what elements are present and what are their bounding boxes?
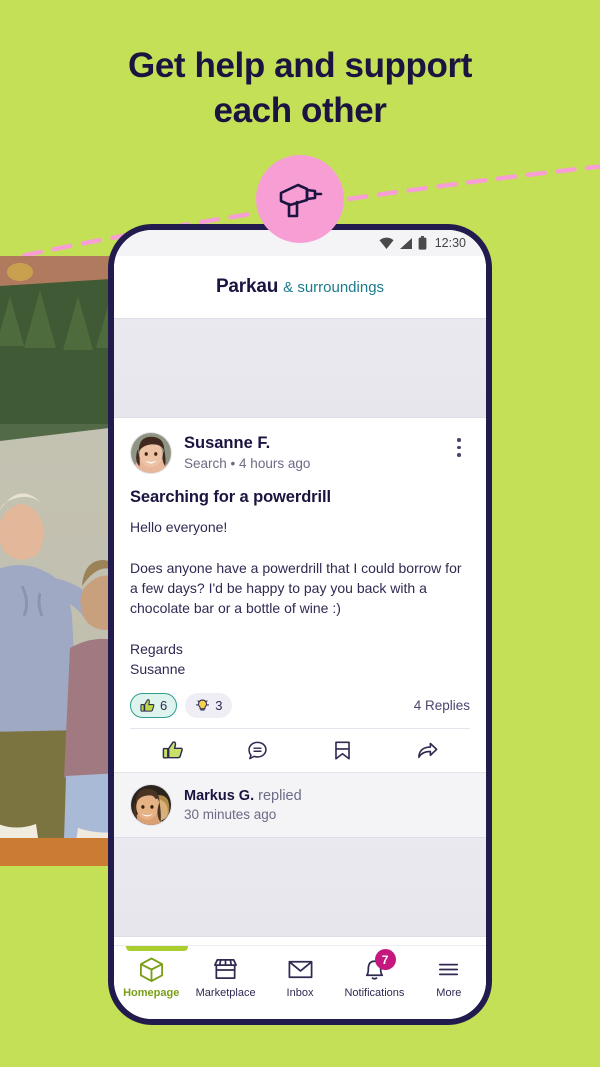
post-body: Hello everyone! Does anyone have a power… — [130, 519, 462, 678]
phone-screen: 12:30 Parkau & surroundings Susanne F. S… — [114, 230, 486, 1019]
post-category: Search — [184, 455, 227, 471]
cell-signal-icon — [399, 237, 412, 249]
nav-item-more[interactable]: More — [412, 946, 486, 999]
nav-label-inbox: Inbox — [286, 987, 314, 999]
bookmark-icon — [335, 741, 350, 760]
nav-label-more: More — [436, 987, 462, 999]
reply-author: Markus G. — [184, 788, 255, 805]
like-action[interactable] — [130, 729, 215, 772]
share-icon — [418, 742, 438, 759]
marketplace-icon — [214, 958, 238, 980]
nav-label-marketplace: Marketplace — [195, 987, 256, 999]
post-header: Susanne F. Search • 4 hours ago — [130, 432, 470, 474]
post-timestamp: 4 hours ago — [239, 455, 311, 471]
reply-verb: replied — [258, 788, 302, 805]
post-author: Susanne F. — [184, 434, 271, 452]
comment-action[interactable] — [215, 729, 300, 772]
location-name: Parkau — [215, 276, 279, 297]
replies-count[interactable]: 4 Replies — [414, 698, 470, 713]
post-separator: • — [230, 455, 236, 471]
reaction-count-thumbs-up: 6 — [160, 698, 168, 714]
latest-reply-row[interactable]: Markus G. replied 30 minutes ago — [114, 772, 486, 838]
feed-placeholder-top — [114, 318, 486, 418]
share-action[interactable] — [385, 729, 470, 772]
bottom-navigation: Homepage Marketplace Inbox 7 Notificatio… — [114, 945, 486, 1019]
feed: Susanne F. Search • 4 hours ago Searchin… — [114, 318, 486, 945]
reply-text: Markus G. replied 30 minutes ago — [184, 788, 302, 822]
power-drill-icon — [279, 183, 323, 218]
power-drill-icon-bubble — [256, 155, 344, 243]
nav-label-notifications: Notifications — [344, 987, 405, 999]
nav-item-inbox[interactable]: Inbox — [263, 946, 337, 999]
phone-mockup: 12:30 Parkau & surroundings Susanne F. S… — [108, 224, 492, 1025]
user-avatar-susanne — [131, 433, 171, 473]
hamburger-menu-icon — [439, 963, 459, 976]
nav-label-homepage: Homepage — [123, 987, 180, 999]
avatar[interactable] — [130, 784, 172, 827]
app-header: Parkau & surroundings — [114, 256, 486, 318]
active-tab-indicator — [126, 946, 188, 951]
battery-icon — [418, 236, 427, 250]
thumbs-up-icon — [140, 699, 155, 713]
reaction-row: 6 3 4 Replies — [130, 693, 470, 728]
user-avatar-markus — [131, 785, 171, 826]
location-suffix: & surroundings — [283, 278, 385, 296]
reaction-chip-lightbulb[interactable]: 3 — [185, 693, 233, 719]
reply-headline: Markus G. replied — [184, 788, 302, 804]
post-action-bar — [130, 728, 470, 772]
notifications-badge: 7 — [374, 949, 396, 970]
bookmark-action[interactable] — [300, 729, 385, 772]
post-card: Susanne F. Search • 4 hours ago Searchin… — [114, 418, 486, 773]
post-meta: Susanne F. Search • 4 hours ago — [184, 432, 436, 471]
home-icon — [139, 957, 163, 982]
photo-bottom-band — [0, 838, 108, 866]
promo-screenshot: Get help and support each other 12:30 Pa… — [0, 0, 600, 1067]
nav-item-homepage[interactable]: Homepage — [114, 946, 188, 999]
thumbs-up-icon — [162, 741, 183, 759]
status-clock: 12:30 — [434, 236, 466, 250]
avatar[interactable] — [130, 432, 172, 474]
wifi-icon — [379, 237, 394, 249]
reaction-chip-thumbs-up[interactable]: 6 — [130, 693, 178, 719]
reply-timestamp: 30 minutes ago — [184, 807, 277, 823]
comment-icon — [248, 741, 267, 760]
post-title: Searching for a powerdrill — [130, 488, 331, 506]
more-options-icon[interactable] — [448, 432, 470, 457]
nav-item-marketplace[interactable]: Marketplace — [188, 946, 262, 999]
post-subtitle: Search • 4 hours ago — [184, 456, 436, 471]
envelope-icon — [288, 960, 312, 979]
feed-placeholder-bottom — [114, 837, 486, 938]
nav-item-notifications[interactable]: 7 Notifications — [337, 946, 411, 999]
reaction-count-lightbulb: 3 — [215, 698, 223, 714]
lightbulb-icon — [196, 699, 210, 711]
